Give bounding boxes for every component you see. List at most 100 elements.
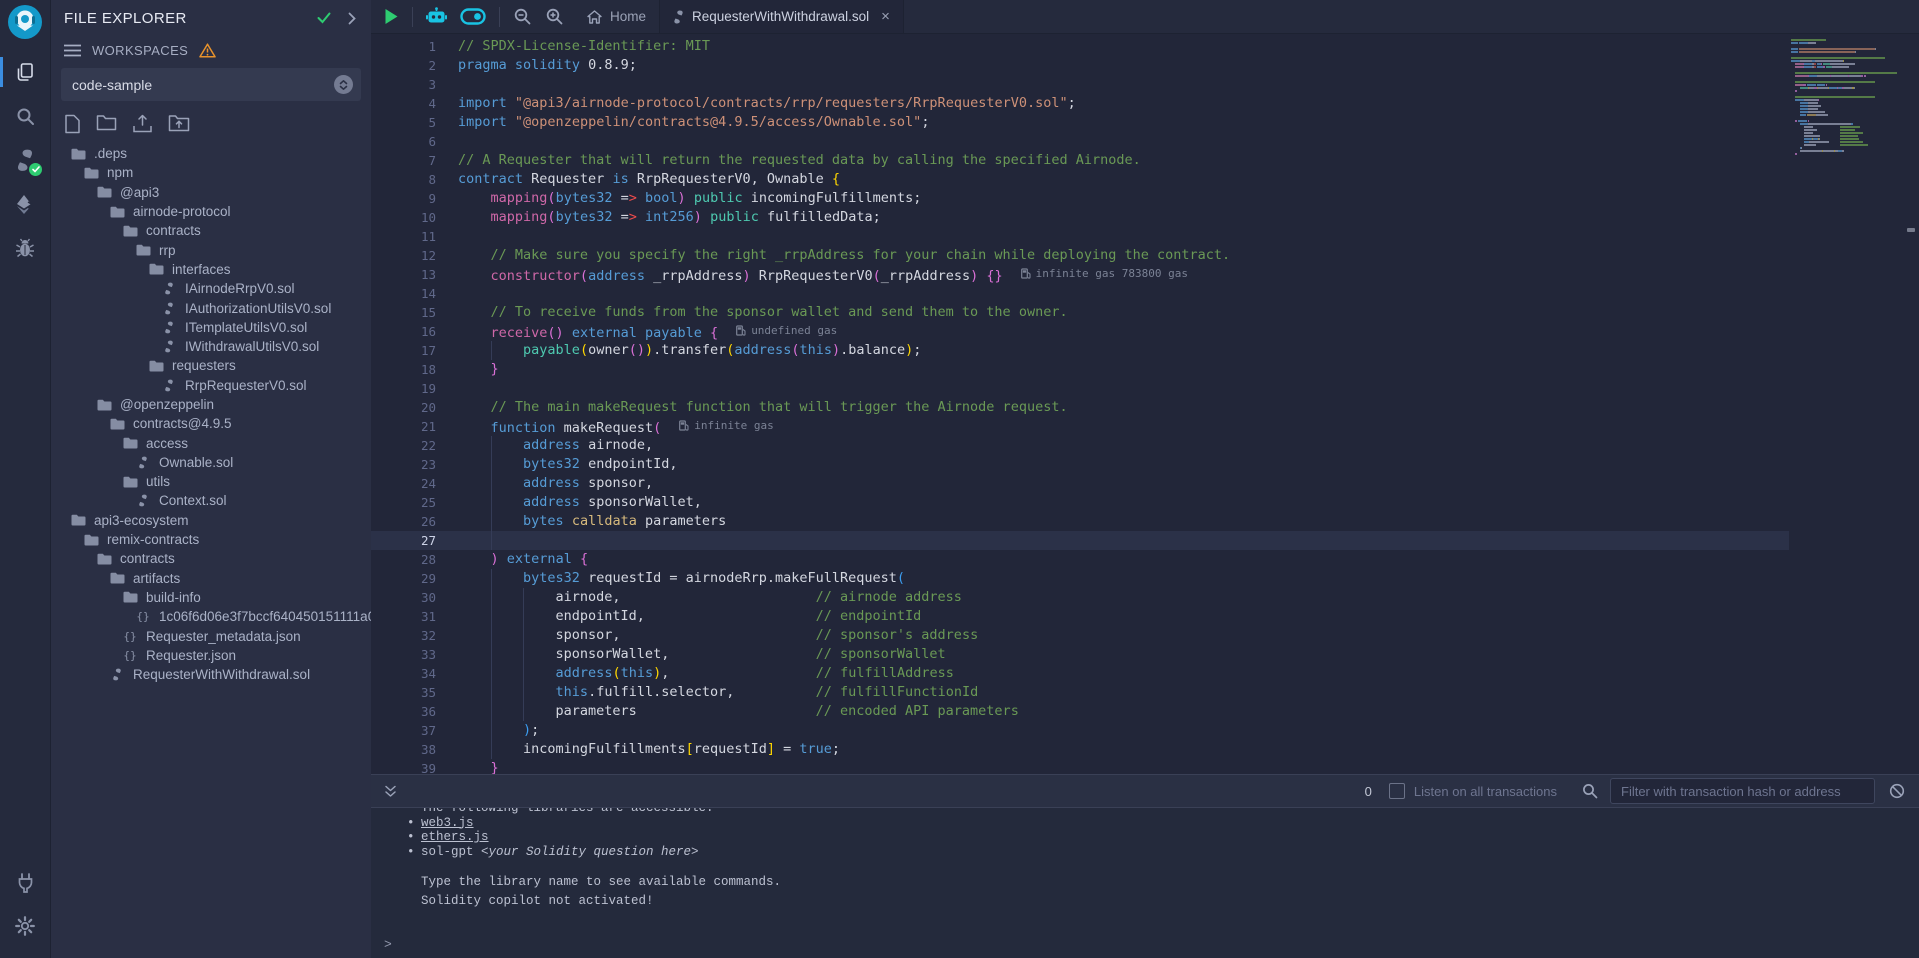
minimap[interactable] (1791, 39, 1903, 156)
line-number[interactable]: 37 (371, 721, 436, 740)
code-line-19[interactable]: 19 (371, 379, 1789, 398)
sidebar-item-solidity-compiler[interactable] (0, 142, 50, 178)
code-line-16[interactable]: 16 receive() external payable {undefined… (371, 322, 1789, 341)
terminal-library-link[interactable]: web3.js (421, 816, 474, 830)
tree-folder-artifacts[interactable]: artifacts (51, 569, 371, 588)
code-line-30[interactable]: 30 airnode, // airnode address (371, 588, 1789, 607)
code-line-5[interactable]: 5import "@openzeppelin/contracts@4.9.5/a… (371, 113, 1789, 132)
tree-file-requester.json[interactable]: {}Requester.json (51, 646, 371, 665)
tree-file-itemplateutilsv0.sol[interactable]: ITemplateUtilsV0.sol (51, 318, 371, 337)
line-number[interactable]: 31 (371, 607, 436, 626)
upload-file-button[interactable] (132, 114, 153, 134)
line-number[interactable]: 10 (371, 208, 436, 227)
line-number[interactable]: 9 (371, 189, 436, 208)
code-line-28[interactable]: 28 ) external { (371, 550, 1789, 569)
code-line-34[interactable]: 34 address(this), // fulfillAddress (371, 664, 1789, 683)
tree-folder-@api3[interactable]: @api3 (51, 183, 371, 202)
run-script-button[interactable] (384, 8, 399, 25)
line-number[interactable]: 26 (371, 512, 436, 531)
line-number[interactable]: 28 (371, 550, 436, 569)
tree-folder-build-info[interactable]: build-info (51, 588, 371, 607)
line-number[interactable]: 11 (371, 227, 436, 246)
tree-folder-airnode-protocol[interactable]: airnode-protocol (51, 202, 371, 221)
line-number[interactable]: 8 (371, 170, 436, 189)
code-line-36[interactable]: 36 parameters // encoded API parameters (371, 702, 1789, 721)
tree-file-requesterwithwithdrawal.sol[interactable]: RequesterWithWithdrawal.sol (51, 665, 371, 684)
code-line-24[interactable]: 24 address sponsor, (371, 474, 1789, 493)
tree-folder-access[interactable]: access (51, 433, 371, 452)
ai-copilot-robot-icon[interactable] (426, 7, 447, 26)
line-number[interactable]: 33 (371, 645, 436, 664)
code-line-11[interactable]: 11 (371, 227, 1789, 246)
code-line-26[interactable]: 26 bytes calldata parameters (371, 512, 1789, 531)
code-line-22[interactable]: 22 address airnode, (371, 436, 1789, 455)
code-line-2[interactable]: 2pragma solidity 0.8.9; (371, 56, 1789, 75)
line-number[interactable]: 38 (371, 740, 436, 759)
code-line-25[interactable]: 25 address sponsorWallet, (371, 493, 1789, 512)
tree-file-rrprequesterv0.sol[interactable]: RrpRequesterV0.sol (51, 376, 371, 395)
line-number[interactable]: 32 (371, 626, 436, 645)
line-number[interactable]: 1 (371, 37, 436, 56)
tree-file-iairnoderrpv0.sol[interactable]: IAirnodeRrpV0.sol (51, 279, 371, 298)
transaction-filter-input[interactable] (1610, 778, 1875, 804)
terminal-library-link[interactable]: ethers.js (421, 830, 489, 844)
tree-folder-@openzeppelin[interactable]: @openzeppelin (51, 395, 371, 414)
sidebar-item-file-explorer[interactable] (0, 54, 50, 90)
line-number[interactable]: 16 (371, 322, 436, 341)
code-line-32[interactable]: 32 sponsor, // sponsor's address (371, 626, 1789, 645)
tree-file-1c06f6d06e3f7bccf640450151111a0...[interactable]: {}1c06f6d06e3f7bccf640450151111a0... (51, 607, 371, 626)
line-number[interactable]: 17 (371, 341, 436, 360)
code-line-14[interactable]: 14 (371, 284, 1789, 303)
new-file-button[interactable] (64, 114, 81, 134)
line-number[interactable]: 36 (371, 702, 436, 721)
tab-home[interactable]: Home (574, 0, 659, 33)
line-number[interactable]: 29 (371, 569, 436, 588)
code-line-21[interactable]: 21 function makeRequest(infinite gas (371, 417, 1789, 436)
zoom-in-button[interactable] (545, 7, 564, 26)
line-number[interactable]: 20 (371, 398, 436, 417)
code-line-15[interactable]: 15 // To receive funds from the sponsor … (371, 303, 1789, 322)
workspaces-menu-icon[interactable] (64, 44, 81, 57)
tab-active-file[interactable]: RequesterWithWithdrawal.sol × (659, 0, 904, 33)
line-number[interactable]: 15 (371, 303, 436, 322)
line-number[interactable]: 24 (371, 474, 436, 493)
tree-folder-npm[interactable]: npm (51, 163, 371, 182)
sidebar-item-deploy-run[interactable] (0, 186, 50, 222)
clear-console-icon[interactable] (1889, 783, 1905, 799)
tree-folder-interfaces[interactable]: interfaces (51, 260, 371, 279)
workspace-warning-icon[interactable] (199, 43, 216, 58)
code-line-38[interactable]: 38 incomingFulfillments[requestId] = tru… (371, 740, 1789, 759)
code-line-23[interactable]: 23 bytes32 endpointId, (371, 455, 1789, 474)
line-number[interactable]: 14 (371, 284, 436, 303)
workspace-ok-icon[interactable] (317, 12, 331, 24)
code-line-20[interactable]: 20 // The main makeRequest function that… (371, 398, 1789, 417)
tree-file-iwithdrawalutilsv0.sol[interactable]: IWithdrawalUtilsV0.sol (51, 337, 371, 356)
line-number[interactable]: 12 (371, 246, 436, 265)
new-folder-button[interactable] (96, 114, 117, 134)
listen-all-transactions-checkbox[interactable] (1389, 783, 1405, 799)
tree-folder-.deps[interactable]: .deps (51, 144, 371, 163)
line-number[interactable]: 30 (371, 588, 436, 607)
code-line-10[interactable]: 10 mapping(bytes32 => int256) public ful… (371, 208, 1789, 227)
tree-folder-rrp[interactable]: rrp (51, 240, 371, 259)
code-editor[interactable]: 1// SPDX-License-Identifier: MIT2pragma … (371, 34, 1919, 774)
line-number[interactable]: 35 (371, 683, 436, 702)
panel-expand-icon[interactable] (348, 12, 357, 25)
line-number[interactable]: 39 (371, 759, 436, 774)
line-number[interactable]: 18 (371, 360, 436, 379)
tree-folder-requesters[interactable]: requesters (51, 356, 371, 375)
code-line-12[interactable]: 12 // Make sure you specify the right _r… (371, 246, 1789, 265)
line-number[interactable]: 21 (371, 417, 436, 436)
code-line-39[interactable]: 39 } (371, 759, 1789, 774)
tree-folder-contracts[interactable]: contracts (51, 221, 371, 240)
code-line-35[interactable]: 35 this.fulfill.selector, // fulfillFunc… (371, 683, 1789, 702)
tree-file-requester-metadata.json[interactable]: {}Requester_metadata.json (51, 626, 371, 645)
code-line-1[interactable]: 1// SPDX-License-Identifier: MIT (371, 37, 1789, 56)
tree-folder-remix-contracts[interactable]: remix-contracts (51, 530, 371, 549)
line-number[interactable]: 22 (371, 436, 436, 455)
terminal-collapse-icon[interactable] (384, 785, 397, 798)
code-line-8[interactable]: 8contract Requester is RrpRequesterV0, O… (371, 170, 1789, 189)
line-number[interactable]: 27 (371, 531, 436, 550)
code-line-31[interactable]: 31 endpointId, // endpointId (371, 607, 1789, 626)
line-number[interactable]: 3 (371, 75, 436, 94)
